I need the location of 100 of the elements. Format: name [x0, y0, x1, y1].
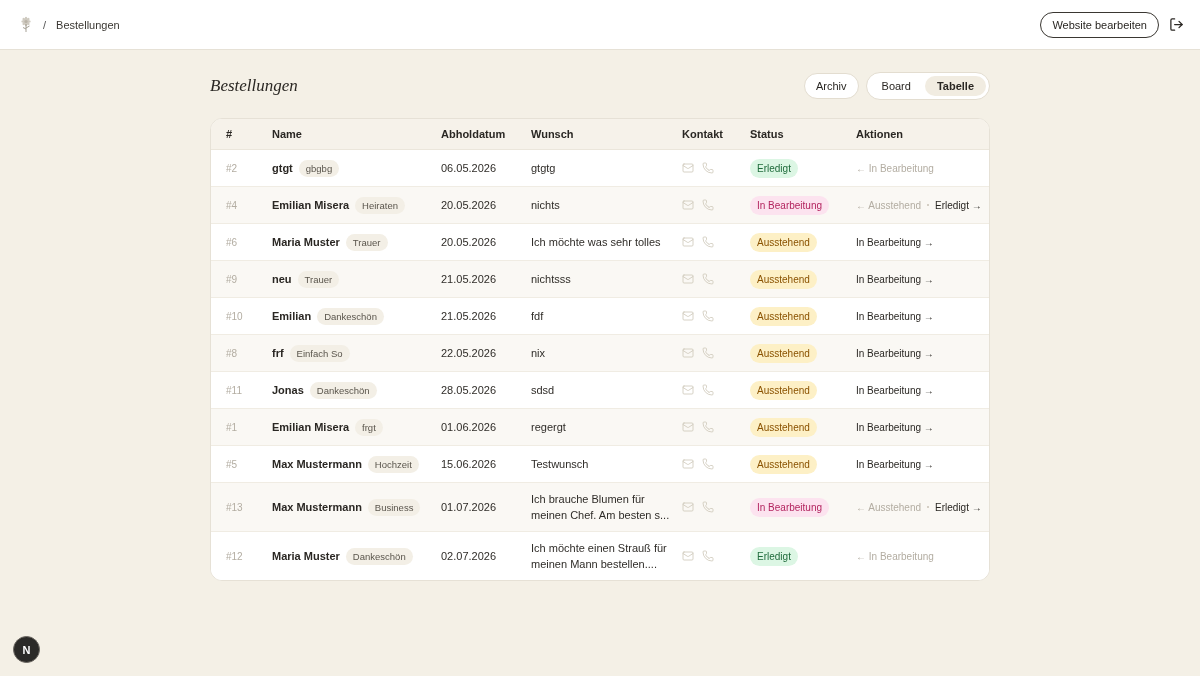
customer-name: Emilian Misera [272, 421, 350, 433]
phone-icon[interactable] [702, 199, 714, 211]
occasion-tag: Einfach So [289, 344, 350, 362]
mail-icon[interactable] [682, 310, 694, 322]
status-badge: Ausstehend [750, 306, 817, 326]
mail-icon[interactable] [682, 347, 694, 359]
occasion-tag: gbgbg [298, 159, 340, 177]
order-row[interactable]: #1 Emilian Misera frgt 01.06.2026 regergt Ausstehend In Bearbeitung → [211, 409, 989, 446]
pickup-date: 22.05.2026 [441, 347, 497, 359]
wish-text: nichts [531, 198, 560, 213]
pickup-date: 20.05.2026 [441, 236, 497, 248]
column-header: Abholdatum [441, 128, 506, 140]
mail-icon[interactable] [682, 458, 694, 470]
phone-icon[interactable] [702, 458, 714, 470]
column-header: Aktionen [856, 128, 904, 140]
page-title: Bestellungen [210, 76, 298, 96]
occasion-tag: frgt [355, 418, 383, 436]
order-row[interactable]: #9 neu Trauer 21.05.2026 nichtsss Ausstehend In Bearbeitung → [211, 261, 989, 298]
mail-icon[interactable] [682, 273, 694, 285]
wish-text: nix [531, 346, 546, 361]
column-header: Status [750, 128, 784, 140]
wish-text: nichtsss [531, 272, 571, 287]
status-badge: Ausstehend [750, 380, 817, 400]
order-number: #10 [226, 310, 243, 322]
archive-button[interactable]: Archiv [804, 73, 859, 99]
order-number: #12 [226, 550, 243, 562]
flower-logo-icon[interactable] [19, 16, 33, 33]
pickup-date: 01.06.2026 [441, 421, 497, 433]
wish-text: Ich brauche Blumen für meinen Chef. Am besten s... [531, 492, 671, 523]
status-badge: Ausstehend [750, 269, 817, 289]
order-number: #9 [226, 273, 238, 285]
status-badge: In Bearbeitung [750, 497, 830, 517]
column-header: Kontakt [682, 128, 723, 140]
status-action-link[interactable]: In Bearbeitung → [856, 421, 934, 433]
status-badge: Ausstehend [750, 417, 817, 437]
status-action-link[interactable]: In Bearbeitung → [856, 384, 934, 396]
pickup-date: 02.07.2026 [441, 550, 497, 562]
status-action-link[interactable]: In Bearbeitung → [856, 458, 934, 470]
customer-name: Max Mustermann [272, 458, 362, 470]
customer-name: neu [272, 273, 292, 285]
phone-icon[interactable] [702, 273, 714, 285]
wish-text: fdf [531, 309, 544, 324]
pickup-date: 20.05.2026 [441, 199, 497, 211]
phone-icon[interactable] [702, 236, 714, 248]
order-row[interactable]: #13 Max Mustermann Business 01.07.2026 Ich brauche Blumen für meinen Chef. Am besten s... In Bearbeitung ← Ausstehend Erledigt → [211, 483, 989, 532]
dev-badge[interactable]: N [13, 636, 40, 663]
status-action-link[interactable]: Erledigt → [935, 199, 982, 211]
mail-icon[interactable] [682, 162, 694, 174]
order-row[interactable]: #4 Emilian Misera Heiraten 20.05.2026 nichts In Bearbeitung ← Ausstehend Erledigt → [211, 187, 989, 224]
phone-icon[interactable] [702, 550, 714, 562]
wish-text: Ich möchte einen Strauß für meinen Mann bestellen.... [531, 541, 668, 572]
phone-icon[interactable] [702, 421, 714, 433]
order-row[interactable]: #8 frf Einfach So 22.05.2026 nix Ausstehend In Bearbeitung → [211, 335, 989, 372]
mail-icon[interactable] [682, 199, 694, 211]
order-number: #6 [226, 236, 238, 248]
status-action-link[interactable]: Erledigt → [935, 501, 982, 513]
pickup-date: 01.07.2026 [441, 501, 497, 513]
mail-icon[interactable] [682, 550, 694, 562]
order-number: #4 [226, 199, 238, 211]
occasion-tag: Dankeschön [309, 381, 377, 399]
customer-name: frf [272, 347, 284, 359]
column-header: Name [272, 128, 302, 140]
logout-icon[interactable] [1169, 17, 1184, 32]
customer-name: gtgt [272, 162, 293, 174]
view-tab[interactable]: Board [869, 76, 923, 96]
customer-name: Emilian Misera [272, 199, 350, 211]
edit-website-button[interactable]: Website bearbeiten [1040, 11, 1159, 38]
wish-text: Ich möchte was sehr tolles [531, 235, 661, 250]
status-badge: Ausstehend [750, 232, 817, 252]
status-action-link[interactable]: In Bearbeitung → [856, 310, 934, 322]
pickup-date: 15.06.2026 [441, 458, 497, 470]
wish-text: gtgtg [531, 161, 556, 176]
occasion-tag: Hochzeit [367, 455, 419, 473]
status-badge: In Bearbeitung [750, 195, 830, 215]
mail-icon[interactable] [682, 421, 694, 433]
occasion-tag: Trauer [345, 233, 388, 251]
pickup-date: 21.05.2026 [441, 273, 497, 285]
occasion-tag: Dankeschön [317, 307, 384, 325]
mail-icon[interactable] [682, 384, 694, 396]
order-number: #5 [226, 458, 238, 470]
occasion-tag: Business [367, 498, 421, 516]
status-action-link[interactable]: In Bearbeitung → [856, 236, 934, 248]
status-action-link[interactable]: In Bearbeitung → [856, 347, 934, 359]
customer-name: Maria Muster [272, 550, 340, 562]
phone-icon[interactable] [702, 162, 714, 174]
occasion-tag: Trauer [297, 270, 340, 288]
order-number: #13 [226, 501, 243, 513]
mail-icon[interactable] [682, 236, 694, 248]
customer-name: Emilian [272, 310, 312, 322]
customer-name: Maria Muster [272, 236, 340, 248]
occasion-tag: Dankeschön [345, 547, 413, 565]
mail-icon[interactable] [682, 501, 694, 513]
status-badge: Ausstehend [750, 454, 817, 474]
phone-icon[interactable] [702, 310, 714, 322]
view-tab[interactable]: Tabelle [924, 76, 986, 96]
phone-icon[interactable] [702, 347, 714, 359]
phone-icon[interactable] [702, 384, 714, 396]
pickup-date: 06.05.2026 [441, 162, 497, 174]
status-action-link[interactable]: In Bearbeitung → [856, 273, 934, 285]
phone-icon[interactable] [702, 501, 714, 513]
